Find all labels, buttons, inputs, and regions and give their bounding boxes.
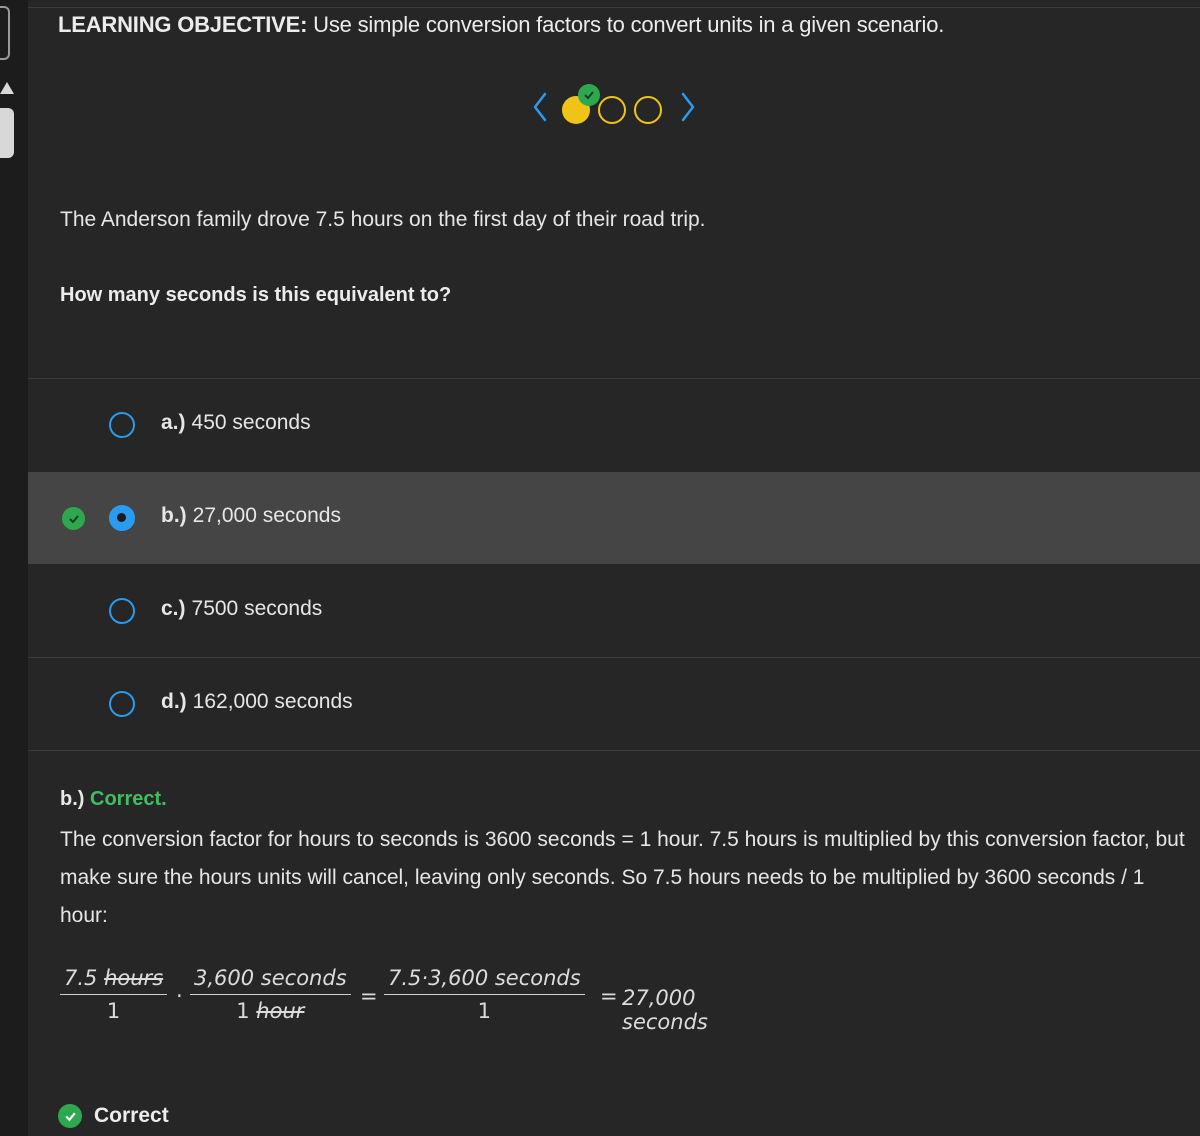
math-numerator: 7.5·3,600 seconds [384, 966, 585, 995]
cancelled-unit: hours [104, 966, 164, 990]
feedback-explanation: The conversion factor for hours to secon… [60, 828, 1185, 927]
radio-d[interactable] [109, 691, 135, 717]
choice-letter: b.) [161, 504, 187, 527]
feedback-heading: b.) Correct. [60, 788, 1190, 811]
chevron-left-icon[interactable] [532, 92, 548, 122]
divider [28, 750, 1200, 751]
choice-c[interactable]: c.) 7500 seconds [28, 565, 1200, 657]
objective-text: Use simple conversion factors to convert… [313, 12, 945, 37]
radio-a[interactable] [109, 412, 135, 438]
radio-c[interactable] [109, 598, 135, 624]
result-text: Correct [94, 1104, 169, 1127]
question-text: How many seconds is this equivalent to? [60, 284, 452, 306]
choice-letter: c.) [161, 597, 186, 620]
choice-letter: d.) [161, 690, 187, 713]
fraction-conversion: 3,600 seconds 1 hour [190, 966, 351, 1023]
choice-a[interactable]: a.) 450 seconds [28, 379, 1200, 471]
choice-a-label: a.) 450 seconds [161, 411, 311, 435]
correct-check-icon [62, 507, 85, 530]
main-content: LEARNING OBJECTIVE: Use simple conversio… [28, 0, 1200, 1136]
choice-value: 450 seconds [191, 411, 311, 434]
cancelled-unit: hour [256, 999, 305, 1023]
choice-value: 162,000 seconds [192, 690, 353, 713]
math-denominator: 1 [106, 999, 121, 1023]
choice-d[interactable]: d.) 162,000 seconds [28, 658, 1200, 750]
feedback-status: Correct. [90, 788, 167, 810]
top-divider [28, 7, 1200, 8]
scroll-up-arrow-icon[interactable] [0, 82, 14, 94]
scenario-text: The Anderson family drove 7.5 hours on t… [60, 208, 706, 231]
choice-value: 7500 seconds [191, 597, 323, 620]
result-indicator: Correct [58, 1104, 169, 1128]
multiply-dot: · [176, 984, 183, 1008]
choice-b-label: b.) 27,000 seconds [161, 504, 341, 528]
equals-sign: = [600, 984, 618, 1008]
math-value: 7.5 [64, 966, 98, 990]
progress-dot-2[interactable] [598, 96, 626, 124]
objective-label: LEARNING OBJECTIVE: [58, 12, 308, 37]
fraction-product: 7.5·3,600 seconds 1 [384, 966, 585, 1023]
feedback-letter: b.) [60, 788, 85, 810]
sidebar-toggle-tab[interactable] [0, 6, 10, 60]
completed-check-icon [578, 84, 600, 106]
chevron-right-icon[interactable] [680, 92, 696, 122]
equals-sign: = [360, 984, 378, 1008]
fraction-hours: 7.5 hours 1 [60, 966, 168, 1023]
question-pager [532, 82, 712, 130]
choice-b[interactable]: b.) 27,000 seconds [28, 472, 1200, 564]
math-value: 1 [236, 999, 250, 1023]
choice-letter: a.) [161, 411, 186, 434]
choice-d-label: d.) 162,000 seconds [161, 690, 353, 714]
choice-c-label: c.) 7500 seconds [161, 597, 322, 621]
progress-dot-3[interactable] [634, 96, 662, 124]
radio-b[interactable] [109, 505, 135, 531]
scrollbar-thumb[interactable] [0, 108, 14, 158]
check-circle-icon [58, 1104, 82, 1128]
math-denominator: 1 [477, 999, 492, 1023]
left-rail [0, 0, 28, 1136]
math-numerator: 3,600 seconds [190, 966, 351, 995]
choice-value: 27,000 seconds [192, 504, 341, 527]
learning-objective: LEARNING OBJECTIVE: Use simple conversio… [58, 12, 944, 38]
feedback-panel: b.) Correct. The conversion factor for h… [60, 788, 1190, 935]
math-result: 27,000 seconds [622, 986, 708, 1034]
